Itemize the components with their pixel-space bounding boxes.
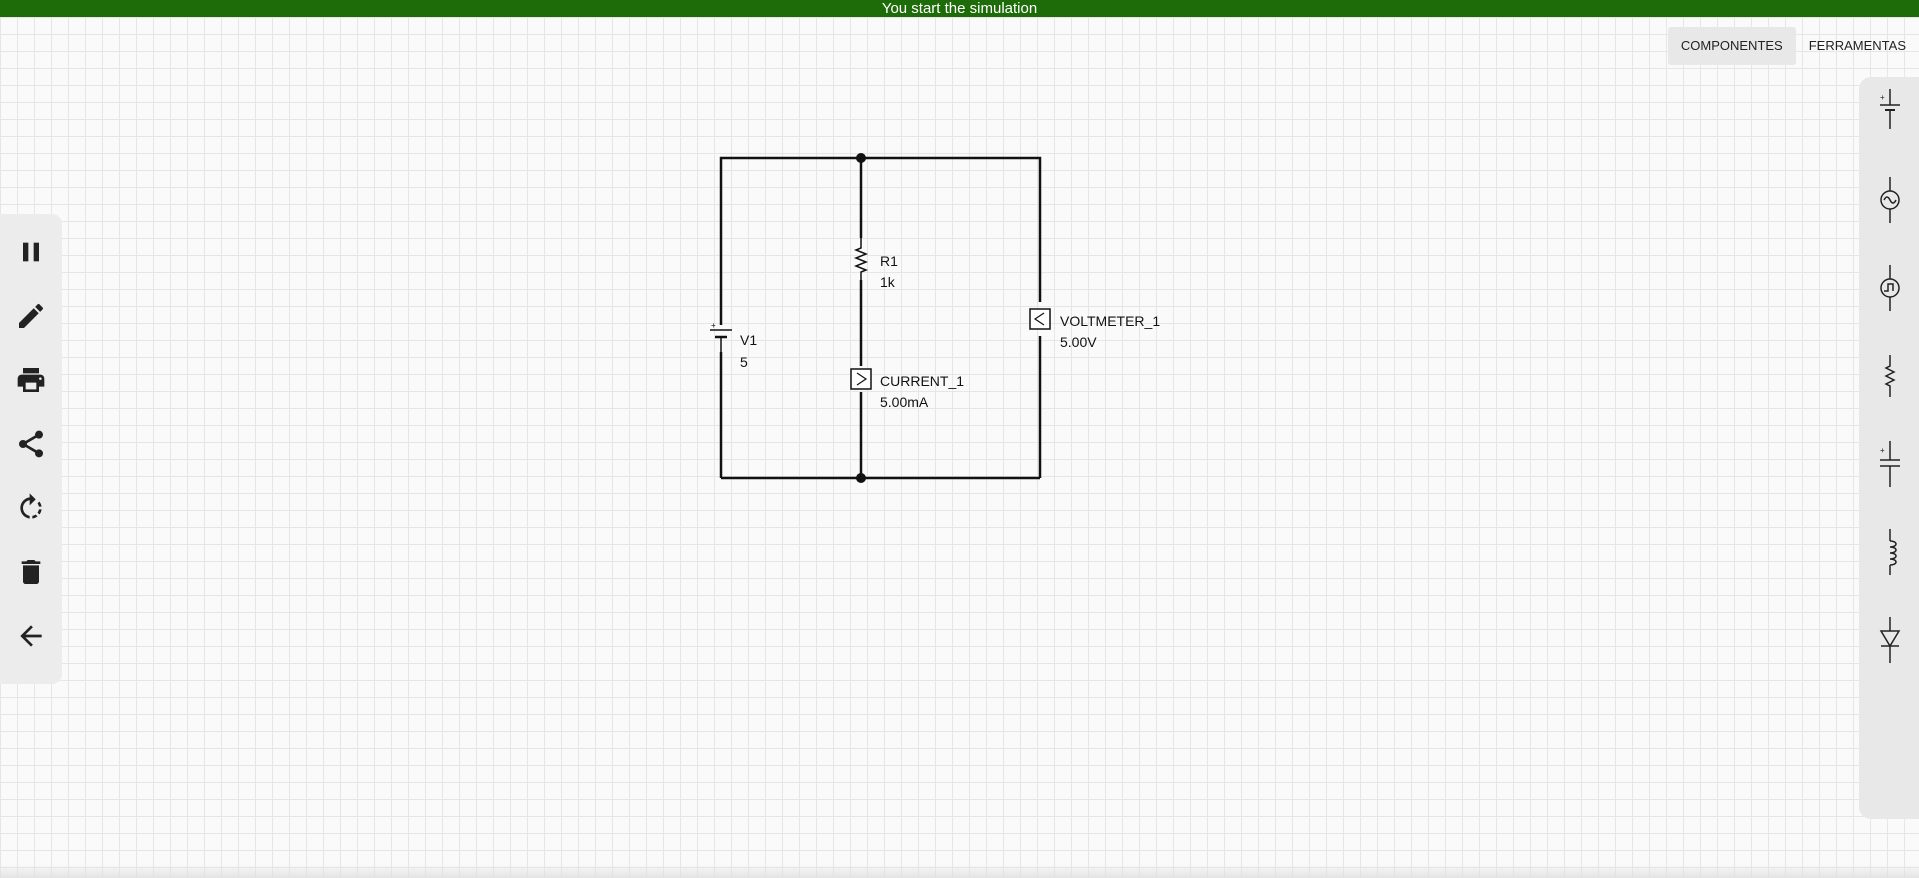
battery-plus-sign: + [711, 321, 716, 330]
ammeter-current-1[interactable] [850, 368, 872, 390]
r1-name-label: R1 [880, 253, 898, 269]
voltmeter-name-label: VOLTMETER_1 [1060, 313, 1160, 329]
battery-v1[interactable]: + [710, 321, 732, 352]
v1-name-label: V1 [740, 332, 757, 348]
v1-value-label: 5 [740, 354, 748, 370]
junction-node-bottom [856, 473, 866, 483]
voltmeter-value-label: 5.00V [1060, 334, 1097, 350]
bottom-edge-shadow [0, 864, 1919, 878]
wires [719, 156, 1042, 480]
ammeter-name-label: CURRENT_1 [880, 373, 964, 389]
ammeter-value-label: 5.00mA [880, 394, 929, 410]
circuit-canvas[interactable]: + V1 5 R1 1k CURRENT_1 5.00mA VOLTMETER_… [0, 0, 1919, 878]
r1-value-label: 1k [880, 274, 896, 290]
resistor-r1[interactable] [853, 238, 869, 280]
voltmeter-1[interactable] [1029, 308, 1051, 330]
junction-node-top [856, 153, 866, 163]
wire-top[interactable] [719, 156, 1042, 325]
